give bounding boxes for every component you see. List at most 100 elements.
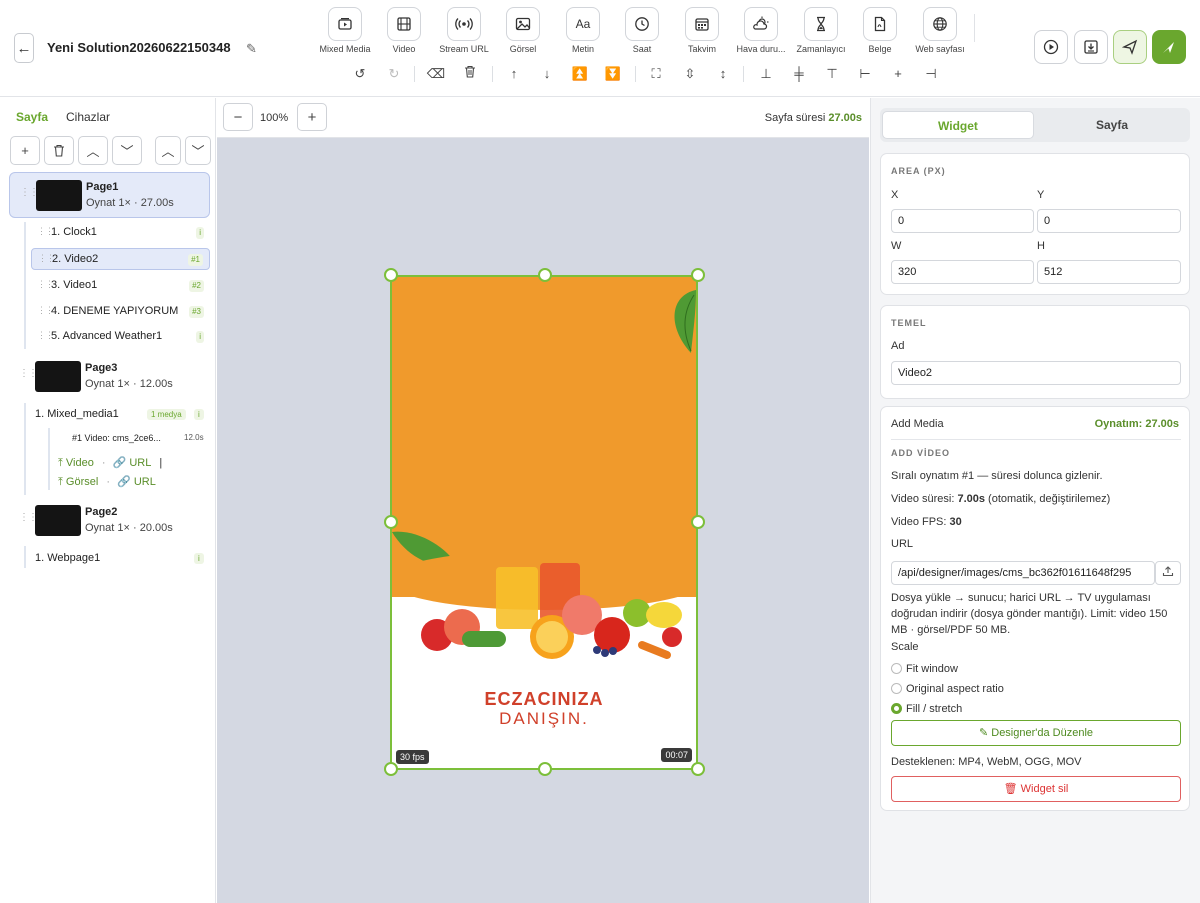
page-name: Page1 <box>86 181 119 193</box>
resize-handle-tr[interactable] <box>691 268 705 282</box>
stretch-vertical-icon[interactable]: ↕ <box>713 65 733 83</box>
tab-widget[interactable]: Widget <box>882 111 1034 139</box>
zoom-out-button[interactable]: − <box>223 103 253 131</box>
media-duration: 12.0s <box>184 433 204 442</box>
fullscreen-icon[interactable]: ⛶ <box>646 65 666 83</box>
tree-line <box>24 546 26 568</box>
widget-item-deneme[interactable]: ⋮⋮ 4. DENEME YAPIYORUM #3 <box>31 301 210 323</box>
resize-handle-l[interactable] <box>384 515 398 529</box>
add-video-link[interactable]: ⤒ Video <box>58 457 98 469</box>
redo-icon[interactable]: ↻ <box>384 65 404 83</box>
widget-item-mixed-media1[interactable]: 1. Mixed_media1 <box>35 408 119 420</box>
page-item-page1[interactable]: ⋮⋮ Page1 Oynat 1× · 27.00s <box>9 172 210 218</box>
bring-to-front-icon[interactable]: ⏫ <box>570 65 590 83</box>
add-image-url-link[interactable]: 🔗 URL <box>117 476 160 488</box>
page-down-button[interactable]: ﹀ <box>112 136 142 165</box>
align-right-icon[interactable]: ⊣ <box>921 65 941 83</box>
media-link-row: ⤒ Görsel · 🔗 URL <box>58 475 164 489</box>
send-button[interactable] <box>1113 30 1147 64</box>
timer-icon <box>804 7 838 41</box>
page-item-page3[interactable]: ⋮⋮ Page3 Oynat 1× · 12.00s <box>9 354 210 400</box>
undo-icon[interactable]: ↺ <box>350 65 370 83</box>
plus-icon: + <box>307 108 317 126</box>
document-icon <box>863 7 897 41</box>
media-item[interactable]: #1 Video: cms_2ce6... <box>72 433 161 443</box>
resize-handle-br[interactable] <box>691 762 705 776</box>
resize-handle-bl[interactable] <box>384 762 398 776</box>
page-name: Page2 <box>85 506 118 518</box>
move-down-icon[interactable]: ↓ <box>537 65 557 83</box>
h-input[interactable]: 512 <box>1037 260 1181 284</box>
zoom-in-button[interactable]: + <box>297 103 327 131</box>
url-input[interactable]: /api/designer/images/cms_bc362f01611648f… <box>891 561 1155 585</box>
radio-selected-icon <box>891 703 902 714</box>
widget-item-video2[interactable]: ⋮⋮ 2. Video2 #1 <box>31 248 210 270</box>
align-left-icon[interactable]: ⊢ <box>855 65 875 83</box>
trash-icon[interactable] <box>460 65 480 83</box>
pencil-icon[interactable]: ✎ <box>246 41 257 57</box>
widget-item-weather1[interactable]: ⋮⋮ 5. Advanced Weather1 i <box>31 326 210 348</box>
add-video-title: ADD VİDEO <box>891 448 951 458</box>
area-title: AREA (PX) <box>891 166 946 176</box>
save-button[interactable] <box>1074 30 1108 64</box>
properties-panel: Widget Sayfa AREA (PX) X Y 0 0 W H 320 5… <box>870 98 1200 903</box>
move-up-icon[interactable]: ↑ <box>504 65 524 83</box>
resize-handle-r[interactable] <box>691 515 705 529</box>
tool-label: Web sayfası <box>915 44 965 54</box>
minus-icon: − <box>233 108 243 126</box>
page-up-button[interactable]: ︿ <box>78 136 108 165</box>
eraser-icon[interactable]: ⌫ <box>426 65 446 83</box>
tab-page[interactable]: Sayfa <box>1036 111 1188 139</box>
x-label: X <box>891 189 899 201</box>
video-widget-preview[interactable]: ECZACINIZA DANIŞIN. 30 fps 00:07 <box>390 275 698 770</box>
upload-button[interactable] <box>1155 561 1181 585</box>
align-middle-icon[interactable]: ╪ <box>789 65 809 83</box>
widget-up-button[interactable]: ︿ <box>155 136 181 165</box>
center-vertical-icon[interactable]: ⇳ <box>680 65 700 83</box>
tab-sayfa[interactable]: Sayfa <box>16 110 48 124</box>
w-input[interactable]: 320 <box>891 260 1034 284</box>
x-input[interactable]: 0 <box>891 209 1034 233</box>
align-center-icon[interactable]: + <box>888 65 908 83</box>
divider <box>891 439 1181 440</box>
preview-button[interactable] <box>1034 30 1068 64</box>
widget-down-button[interactable]: ﹀ <box>185 136 211 165</box>
page-item-page2[interactable]: ⋮⋮ Page2 Oynat 1× · 20.00s <box>9 498 210 544</box>
resize-handle-b[interactable] <box>538 762 552 776</box>
tab-cihazlar[interactable]: Cihazlar <box>66 110 110 124</box>
delete-page-button[interactable] <box>44 136 74 165</box>
widget-item-webpage1[interactable]: 1. Webpage1 <box>35 552 100 564</box>
fruit-graphic <box>392 555 696 659</box>
widget-item-video1[interactable]: ⋮⋮ 3. Video1 #2 <box>31 275 210 297</box>
widget-item-clock1[interactable]: ⋮⋮ 1. Clock1 i <box>31 222 210 244</box>
page-tree-panel: Sayfa Cihazlar + ︿ ﹀ ︿ ﹀ ⋮⋮ Page1 Oynat … <box>0 98 216 903</box>
scale-option-original[interactable]: Original aspect ratio <box>891 683 1004 695</box>
edit-in-designer-button[interactable]: ✎ Designer'da Düzenle <box>891 720 1181 746</box>
resize-handle-t[interactable] <box>538 268 552 282</box>
delete-widget-button[interactable]: 🗑 Widget sil <box>891 776 1181 802</box>
solution-title: Yeni Solution20260622150348 <box>47 40 231 55</box>
add-media-label[interactable]: Add Media <box>891 418 944 430</box>
tool-webpage[interactable]: Web sayfası <box>905 7 975 54</box>
url-label: URL <box>891 538 914 550</box>
align-bottom-icon[interactable]: ⊥ <box>756 65 776 83</box>
add-image-link[interactable]: ⤒ Görsel <box>58 476 102 488</box>
video-fps: Video FPS: 30 <box>891 516 962 528</box>
scale-option-fit[interactable]: Fit window <box>891 663 958 675</box>
widget-badge: #2 <box>189 280 204 292</box>
y-input[interactable]: 0 <box>1037 209 1181 233</box>
add-page-button[interactable]: + <box>10 136 40 165</box>
chevron-up-icon: ︿ <box>86 144 100 159</box>
design-canvas[interactable]: − 100% + Sayfa süresi 27.00s ECZACINIZA … <box>217 98 869 903</box>
upload-icon <box>1162 566 1174 577</box>
resize-handle-tl[interactable] <box>384 268 398 282</box>
back-button[interactable]: ← <box>14 33 34 63</box>
publish-button[interactable] <box>1152 30 1186 64</box>
supported-formats: Desteklenen: MP4, WebM, OGG, MOV <box>891 756 1082 768</box>
add-url-link[interactable]: 🔗 URL <box>113 457 156 469</box>
send-to-back-icon[interactable]: ⏬ <box>603 65 623 83</box>
scale-option-fill[interactable]: Fill / stretch <box>891 703 962 715</box>
name-input[interactable]: Video2 <box>891 361 1181 385</box>
widget-badge: #3 <box>189 306 204 318</box>
align-top-icon[interactable]: ⊤ <box>822 65 842 83</box>
